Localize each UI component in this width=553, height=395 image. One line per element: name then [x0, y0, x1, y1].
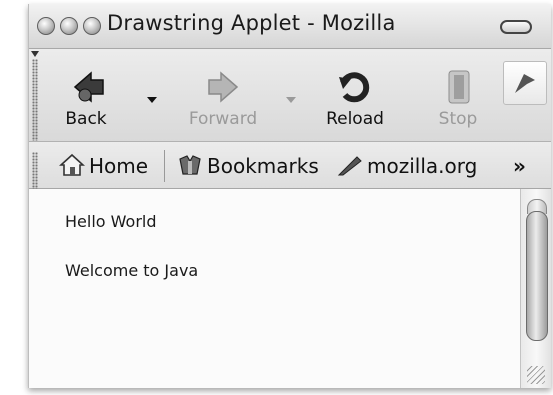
- bookmark-bookmarks-label: Bookmarks: [207, 154, 319, 178]
- grip-collapse-icon[interactable]: [31, 51, 39, 57]
- reload-icon: [339, 72, 370, 103]
- mozilla-throbber-icon: [515, 74, 535, 93]
- browser-window: Drawstring Applet - Mozilla Back Forward: [28, 4, 551, 388]
- close-window-button[interactable]: [37, 17, 55, 35]
- applet-content-area: Hello World Welcome to Java: [29, 189, 520, 388]
- back-arrow-icon: [73, 71, 104, 103]
- forward-arrow-icon: [208, 71, 239, 103]
- bookmark-home[interactable]: Home: [59, 152, 159, 180]
- back-label: Back: [65, 109, 107, 129]
- forward-button[interactable]: Forward: [177, 49, 269, 139]
- back-history-dropdown-icon[interactable]: [147, 97, 157, 103]
- forward-history-dropdown-icon[interactable]: [286, 97, 296, 103]
- stop-icon: [448, 70, 470, 104]
- forward-label: Forward: [188, 109, 258, 129]
- reload-button[interactable]: Reload: [315, 49, 395, 139]
- title-bar[interactable]: Drawstring Applet - Mozilla: [29, 4, 551, 49]
- navigation-toolbar: Back Forward Reload Stop: [29, 49, 551, 142]
- zoom-window-button[interactable]: [83, 17, 101, 35]
- bookmark-home-label: Home: [89, 154, 149, 178]
- applet-text-line: Welcome to Java: [65, 261, 199, 280]
- toolbar-grip[interactable]: [32, 59, 38, 141]
- vertical-scrollbar[interactable]: [520, 189, 551, 388]
- bookmarks-icon: [179, 155, 201, 175]
- back-button[interactable]: Back: [51, 49, 121, 139]
- mozilla-icon: [337, 156, 362, 176]
- stop-label: Stop: [438, 109, 478, 129]
- bookmarks-overflow-chevron[interactable]: »: [513, 154, 526, 178]
- bookmark-mozilla-label: mozilla.org: [367, 154, 478, 178]
- reload-label: Reload: [326, 109, 384, 129]
- applet-text-line: Hello World: [65, 212, 157, 231]
- stop-button[interactable]: Stop: [423, 49, 493, 139]
- minimize-window-button[interactable]: [60, 17, 78, 35]
- bookmarks-separator: [164, 150, 165, 182]
- bookmark-mozilla-org[interactable]: mozilla.org: [337, 152, 489, 180]
- scrollbar-thumb[interactable]: [526, 211, 548, 341]
- home-icon: [59, 153, 85, 176]
- bookmark-bookmarks-menu[interactable]: Bookmarks: [177, 152, 325, 180]
- activity-throbber[interactable]: [503, 61, 547, 105]
- bookmarks-toolbar: Home Bookmarks mozilla.org »: [29, 142, 551, 196]
- window-resize-handle[interactable]: [527, 366, 545, 384]
- toolbar-toggle-button[interactable]: [500, 20, 532, 34]
- window-title: Drawstring Applet - Mozilla: [107, 11, 396, 35]
